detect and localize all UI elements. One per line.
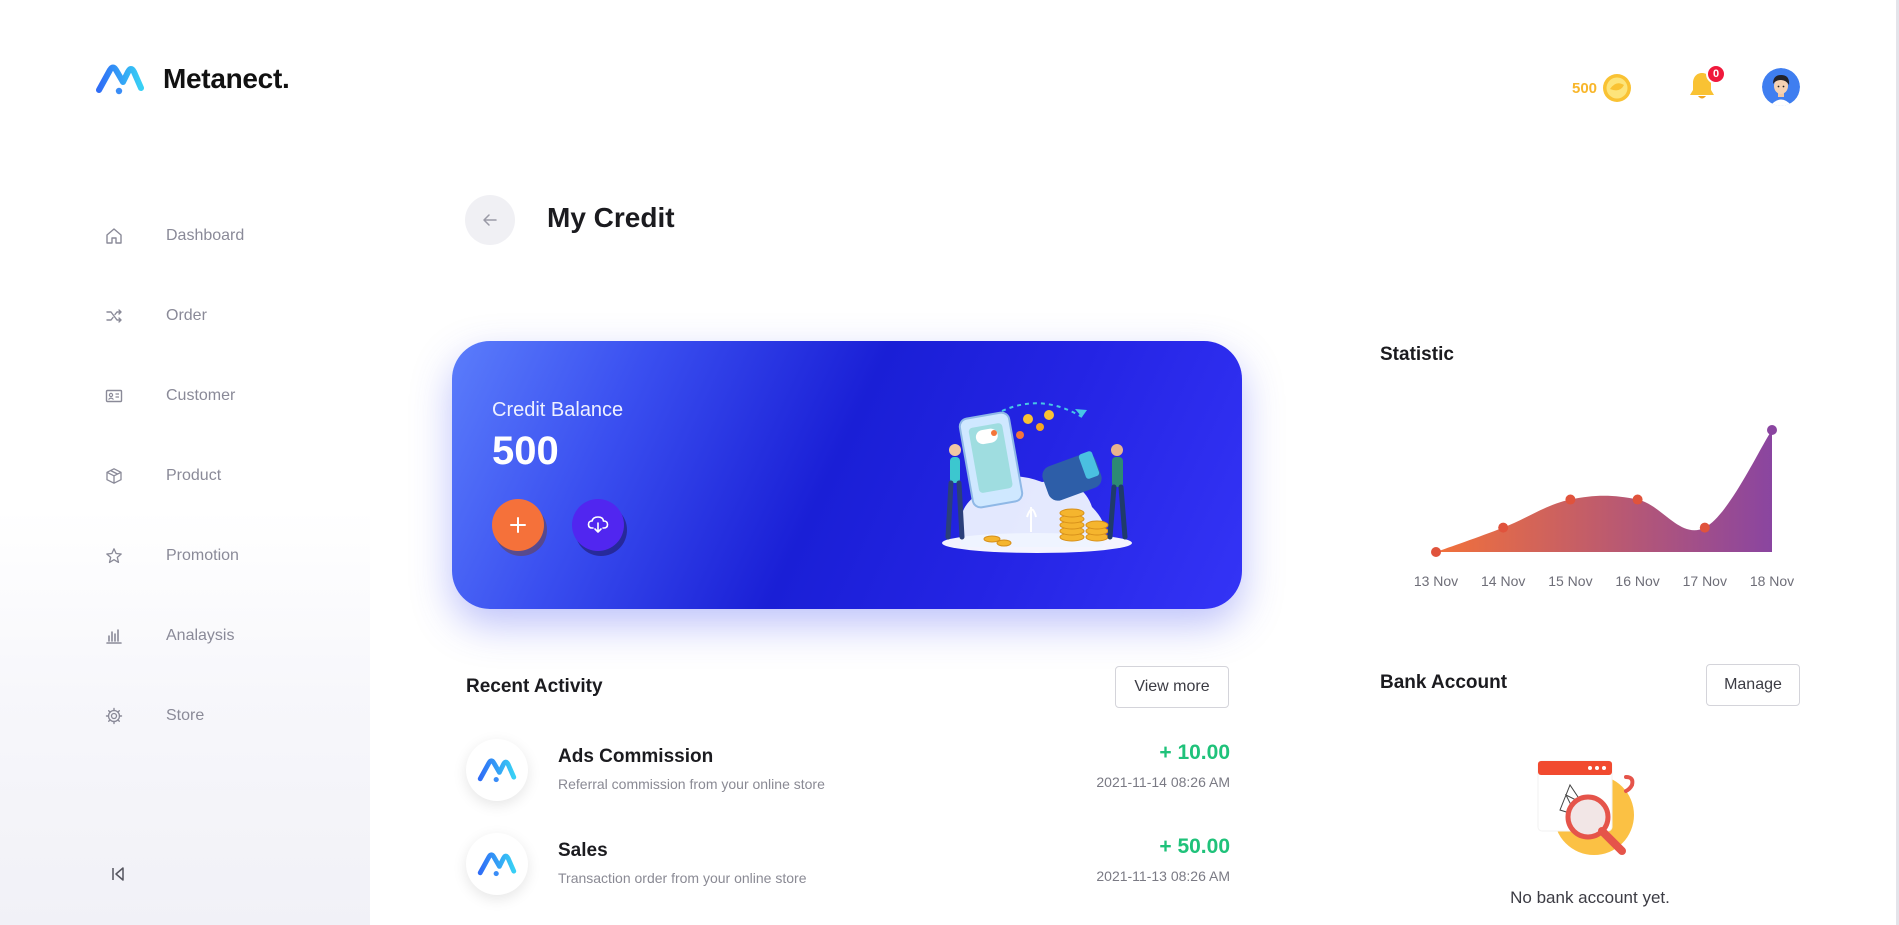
sidebar-item-dashboard[interactable]: Dashboard	[100, 196, 244, 276]
add-credit-button[interactable]	[492, 499, 544, 551]
avatar-icon	[1762, 68, 1800, 106]
sidebar-nav: Dashboard Order Customer Product Promoti…	[100, 196, 244, 756]
chart-point	[1632, 494, 1643, 505]
bar-chart-icon	[100, 596, 128, 676]
header-credit-balance[interactable]: 500	[1572, 72, 1633, 104]
sidebar-item-label: Product	[166, 467, 222, 484]
chart-point	[1498, 522, 1509, 533]
activity-description: Transaction order from your online store	[558, 870, 807, 886]
credit-balance-card: Credit Balance 500	[452, 341, 1242, 609]
header-credit-value: 500	[1572, 79, 1598, 97]
chart-x-tick-label: 14 Nov	[1481, 573, 1525, 589]
sidebar-collapse-button[interactable]	[106, 862, 130, 886]
activity-amount: + 10.00	[1159, 741, 1230, 764]
withdraw-credit-button[interactable]	[572, 499, 624, 551]
box-icon	[100, 436, 128, 516]
bank-account-title: Bank Account	[1380, 672, 1508, 693]
back-button[interactable]	[465, 195, 515, 245]
sidebar: Metanect. Dashboard Order Customer Produ…	[0, 0, 370, 925]
activity-timestamp: 2021-11-13 08:26 AM	[1096, 868, 1230, 884]
coin-icon	[1603, 74, 1632, 102]
sidebar-item-label: Order	[166, 307, 207, 324]
notification-badge: 0	[1706, 64, 1726, 84]
id-card-icon	[100, 356, 128, 436]
sidebar-item-order[interactable]: Order	[100, 276, 244, 356]
chart-point	[1431, 547, 1441, 557]
activity-timestamp: 2021-11-14 08:26 AM	[1096, 774, 1230, 790]
arrow-left-icon	[483, 214, 497, 226]
brand-name: Metanect.	[163, 63, 290, 94]
no-bank-account-illustration	[1537, 760, 1635, 855]
activity-title: Ads Commission	[558, 746, 714, 767]
app-root: Metanect. Dashboard Order Customer Produ…	[0, 0, 1899, 925]
sidebar-item-label: Customer	[166, 387, 236, 404]
shuffle-icon	[100, 276, 128, 356]
statistic-title: Statistic	[1380, 344, 1454, 365]
sidebar-item-label: Dashboard	[166, 227, 245, 244]
credit-balance-label: Credit Balance	[492, 399, 624, 421]
sidebar-item-store[interactable]: Store	[100, 676, 244, 756]
sidebar-item-customer[interactable]: Customer	[100, 356, 244, 436]
activity-logo-icon	[466, 739, 528, 801]
credit-balance-value: 500	[492, 429, 559, 473]
metanect-logo-icon	[96, 64, 144, 95]
home-icon	[100, 196, 128, 276]
chart-x-tick-label: 16 Nov	[1615, 573, 1659, 589]
wallet-payment-illustration	[942, 402, 1132, 553]
activity-row[interactable]: Ads Commission Referral commission from …	[466, 735, 1230, 805]
gear-icon	[100, 676, 128, 756]
activity-amount: + 50.00	[1159, 835, 1230, 858]
chart-point	[1767, 425, 1777, 435]
star-icon	[100, 516, 128, 596]
brand-logo[interactable]: Metanect.	[95, 62, 290, 96]
plus-icon	[510, 517, 526, 533]
sidebar-item-label: Analaysis	[166, 627, 235, 644]
sidebar-item-label: Promotion	[166, 547, 239, 564]
chart-area-series	[1436, 430, 1772, 552]
page-title: My Credit	[547, 202, 675, 233]
cloud-download-icon	[587, 516, 609, 533]
sidebar-item-product[interactable]: Product	[100, 436, 244, 516]
manage-bank-button[interactable]: Manage	[1706, 664, 1800, 706]
statistic-area-chart: 13 Nov 14 Nov 15 Nov 16 Nov 17 Nov 18 Nov	[1414, 425, 1794, 589]
chart-x-tick-label: 13 Nov	[1414, 573, 1458, 589]
activity-row[interactable]: Sales Transaction order from your online…	[466, 829, 1230, 899]
chart-x-tick-label: 18 Nov	[1750, 573, 1794, 589]
chart-point	[1699, 522, 1710, 533]
activity-title: Sales	[558, 840, 608, 861]
activity-description: Referral commission from your online sto…	[558, 776, 825, 792]
no-bank-account-text: No bank account yet.	[1510, 888, 1670, 907]
view-more-button[interactable]: View more	[1115, 666, 1229, 708]
sidebar-item-promotion[interactable]: Promotion	[100, 516, 244, 596]
recent-activity-title: Recent Activity	[466, 676, 603, 697]
sidebar-item-analaysis[interactable]: Analaysis	[100, 596, 244, 676]
chart-point	[1565, 494, 1576, 505]
notification-button[interactable]: 0	[1686, 64, 1726, 102]
chart-x-tick-label: 15 Nov	[1548, 573, 1592, 589]
collapse-left-icon	[112, 867, 124, 881]
activity-logo-icon	[466, 833, 528, 895]
user-avatar[interactable]	[1762, 68, 1800, 106]
sidebar-item-label: Store	[166, 707, 205, 724]
chart-x-tick-label: 17 Nov	[1683, 573, 1727, 589]
